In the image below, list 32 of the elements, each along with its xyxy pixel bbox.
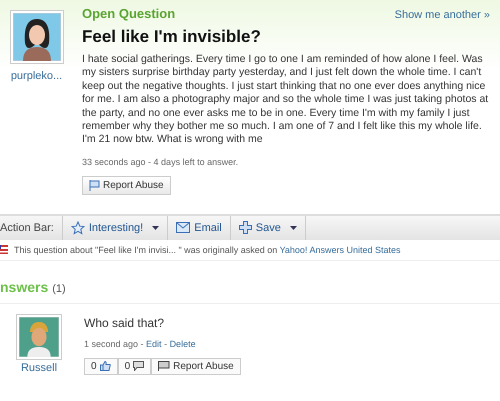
report-abuse-button[interactable]: Report Abuse [151, 358, 241, 375]
question-meta: 33 seconds ago - 4 days left to answer. [82, 156, 240, 167]
question-title: Feel like I'm invisible? [82, 27, 262, 47]
thumbs-up-button[interactable]: 0 [84, 358, 118, 375]
action-button[interactable]: Email [168, 216, 231, 240]
action-bar-label: Action Bar: [0, 216, 63, 240]
avatar-icon [10, 10, 64, 64]
question-text: I hate social gatherings. Every time I go to one I am reminded of how alone I feel. Was my sisters surprise birthday party yesterday, and I just felt down the whole time. I can't keep out the negative thoughts. I just start thinking that no one ever does anything nice for me. I am also a photography major and so the whole time I was just taking photos at the party, and no one ever asks me to be in one. Every time I'm with my family I just remember why they bother me so much. I am one of 7 and I felt like this my whole life. I'm 21 now btw. What is wrong with me [82, 53, 490, 147]
report-abuse-button[interactable]: Report Abuse [82, 176, 171, 195]
flag-icon [158, 361, 170, 372]
answers-heading: nswers [0, 278, 48, 295]
thumbs-up-icon [100, 361, 111, 372]
answer-action-link[interactable]: Edit [146, 338, 162, 349]
action-button[interactable]: Save [230, 216, 306, 240]
answer-meta: 1 second ago - Edit - Delete [84, 338, 197, 349]
origin-notice: This question about "Feel like I'm invisi... " was originally asked on Yahoo! Answers United States [14, 244, 400, 255]
plus-icon [238, 221, 252, 234]
answer-action-link[interactable]: Delete [170, 338, 196, 349]
thumbs-down-button[interactable]: 0 [118, 358, 152, 375]
author-name[interactable]: Russell [20, 362, 58, 374]
speech-bubble-icon [133, 361, 144, 372]
author-name[interactable]: purpleko... [10, 70, 62, 82]
star-icon [70, 220, 85, 235]
avatar-icon [16, 314, 62, 360]
show-another-link[interactable]: Show me another » [394, 9, 490, 21]
site-link[interactable]: Yahoo! Answers United States [280, 244, 400, 255]
question-status: Open Question [82, 6, 176, 21]
action-button[interactable]: Interesting! [62, 216, 168, 240]
answers-count: (1) [52, 282, 66, 295]
answer-text: Who said that? [84, 316, 166, 330]
flag-icon [89, 180, 100, 191]
envelope-icon [176, 222, 190, 234]
